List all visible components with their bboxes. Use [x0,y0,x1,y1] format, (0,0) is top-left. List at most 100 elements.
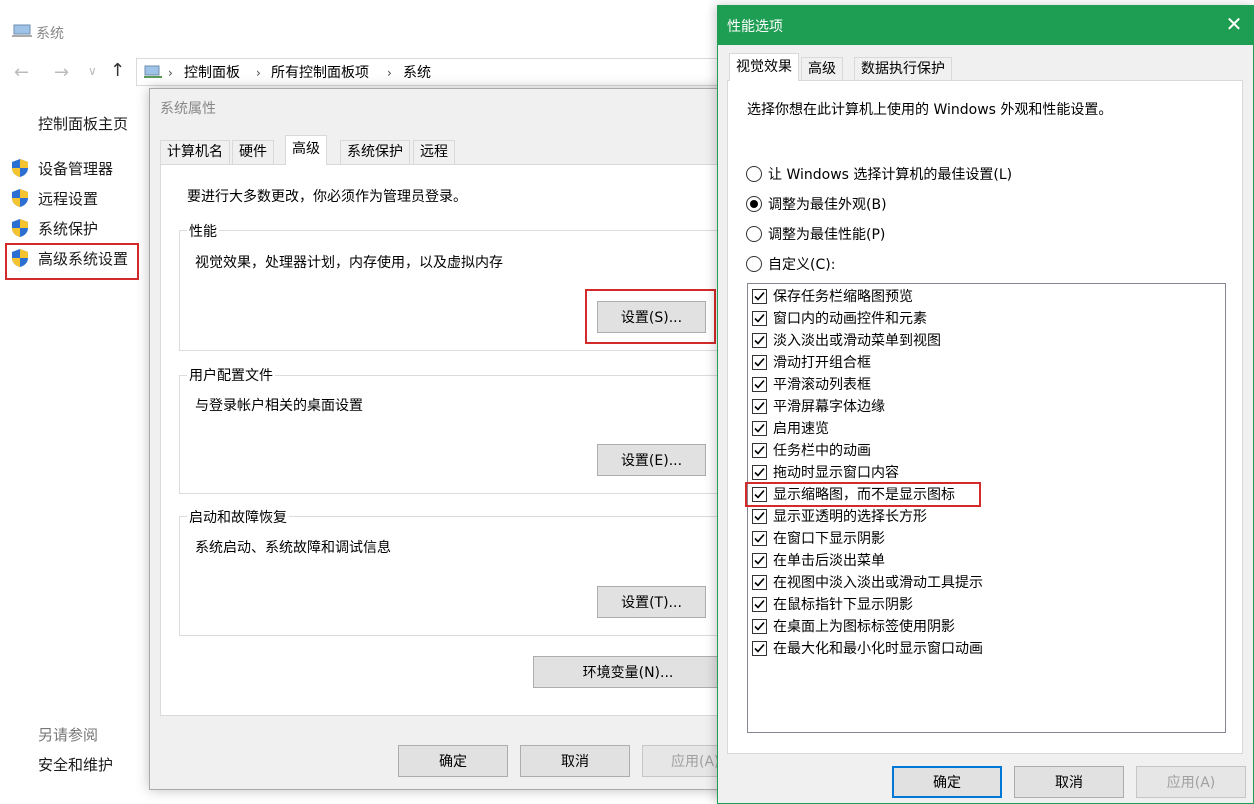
dialog-title: 系统属性 [160,101,216,117]
checkbox[interactable] [752,596,767,612]
checkbox[interactable] [752,288,767,304]
list-item[interactable]: 平滑屏幕字体边缘 [752,396,885,416]
checkbox-label: 显示亚透明的选择长方形 [773,509,927,525]
tab-dep[interactable]: 数据执行保护 [854,57,952,81]
list-item[interactable]: 在窗口下显示阴影 [752,528,885,548]
security-maintenance-link[interactable]: 安全和维护 [38,754,113,775]
up-arrow-icon[interactable]: ↑ [110,60,125,81]
control-panel-icon [144,65,162,78]
tab-advanced[interactable]: 高级 [285,135,327,165]
list-item[interactable]: 平滑滚动列表框 [752,374,871,394]
tab-remote[interactable]: 远程 [413,140,455,164]
checkbox[interactable] [752,376,767,392]
sidebar-item-label: 设备管理器 [38,159,114,178]
tab-hardware[interactable]: 硬件 [232,140,274,164]
checkbox[interactable] [752,420,767,436]
group-description: 与登录帐户相关的桌面设置 [195,398,363,414]
group-title: 用户配置文件 [187,365,275,385]
radio-button[interactable] [746,166,762,182]
check-icon [754,467,765,477]
checkbox[interactable] [752,354,767,370]
tab-visual-effects[interactable]: 视觉效果 [729,53,799,81]
dialog-title: 性能选项 [727,19,783,35]
checkbox[interactable] [752,552,767,568]
nav-control-panel-home[interactable]: 控制面板主页 [38,113,128,134]
check-icon [754,401,765,411]
check-icon [754,511,765,521]
checkbox[interactable] [752,640,767,656]
user-profiles-settings-button[interactable]: 设置(E)... [597,444,706,476]
radio-button[interactable] [746,196,762,212]
radio-button[interactable] [746,256,762,272]
chevron-down-icon[interactable]: ∨ [88,64,97,78]
check-icon [754,533,765,543]
back-arrow-icon[interactable]: ← [14,62,29,83]
checkbox[interactable] [752,398,767,414]
breadcrumb-item[interactable]: 系统 [403,62,431,82]
description-text: 选择你想在此计算机上使用的 Windows 外观和性能设置。 [747,102,1113,118]
check-icon [754,379,765,389]
checkbox[interactable] [752,310,767,326]
checkbox[interactable] [752,442,767,458]
breadcrumb-item[interactable]: 控制面板 [184,62,240,82]
ok-button[interactable]: 确定 [892,766,1002,798]
sidebar-item-device-manager[interactable]: 设备管理器 [10,156,140,180]
tab-advanced[interactable]: 高级 [801,57,843,81]
forward-arrow-icon[interactable]: → [54,62,69,83]
checkbox[interactable] [752,508,767,524]
group-description: 视觉效果，处理器计划，内存使用，以及虚拟内存 [195,255,503,271]
apply-button[interactable]: 应用(A) [1136,766,1246,798]
list-item[interactable]: 窗口内的动画控件和元素 [752,308,927,328]
checkbox-label: 平滑屏幕字体边缘 [773,399,885,415]
highlight-box [585,289,716,344]
list-item[interactable]: 在视图中淡入淡出或滑动工具提示 [752,572,983,592]
check-icon [754,599,765,609]
sidebar-item-remote-settings[interactable]: 远程设置 [10,186,140,210]
sidebar-item-system-protection[interactable]: 系统保护 [10,216,140,240]
checkbox[interactable] [752,574,767,590]
radio-best-performance[interactable]: 调整为最佳性能(P) [746,224,885,244]
breadcrumb-chevron-icon: › [387,66,392,80]
checkbox-label: 在最大化和最小化时显示窗口动画 [773,641,983,657]
close-icon[interactable]: ✕ [1222,12,1246,36]
list-item[interactable]: 显示亚透明的选择长方形 [752,506,927,526]
check-icon [754,423,765,433]
check-icon [754,577,765,587]
list-item[interactable]: 保存任务栏缩略图预览 [752,286,913,306]
startup-recovery-group [179,516,729,636]
list-item[interactable]: 在鼠标指针下显示阴影 [752,594,913,614]
sidebar-item-label: 系统保护 [38,219,99,238]
list-item[interactable]: 滑动打开组合框 [752,352,871,372]
apply-button[interactable]: 应用(A) [642,745,728,777]
check-icon [754,313,765,323]
checkbox[interactable] [752,332,767,348]
list-item[interactable]: 在最大化和最小化时显示窗口动画 [752,638,983,658]
startup-recovery-settings-button[interactable]: 设置(T)... [597,586,706,618]
list-item[interactable]: 在桌面上为图标标签使用阴影 [752,616,955,636]
ok-button[interactable]: 确定 [398,745,508,777]
group-title: 启动和故障恢复 [187,507,289,527]
list-item[interactable]: 拖动时显示窗口内容 [752,462,899,482]
see-also-heading: 另请参阅 [38,726,99,744]
list-item[interactable]: 在单击后淡出菜单 [752,550,885,570]
radio-custom[interactable]: 自定义(C): [746,254,835,274]
checkbox[interactable] [752,618,767,634]
checkbox-label: 滑动打开组合框 [773,355,871,371]
cancel-button[interactable]: 取消 [520,745,630,777]
list-item[interactable]: 任务栏中的动画 [752,440,871,460]
window-title: 系统 [36,26,64,42]
radio-button[interactable] [746,226,762,242]
list-item[interactable]: 淡入淡出或滑动菜单到视图 [752,330,941,350]
breadcrumb-item[interactable]: 所有控制面板项 [271,62,369,82]
checkbox[interactable] [752,464,767,480]
list-item[interactable]: 启用速览 [752,418,829,438]
check-icon [754,335,765,345]
environment-variables-button[interactable]: 环境变量(N)... [533,656,723,688]
radio-best-appearance[interactable]: 调整为最佳外观(B) [746,194,887,214]
cancel-button[interactable]: 取消 [1014,766,1124,798]
tab-system-protection[interactable]: 系统保护 [340,140,410,164]
radio-label: 调整为最佳性能(P) [768,227,886,243]
tab-computer-name[interactable]: 计算机名 [160,140,230,164]
radio-let-windows-choose[interactable]: 让 Windows 选择计算机的最佳设置(L) [746,164,1012,184]
checkbox[interactable] [752,530,767,546]
